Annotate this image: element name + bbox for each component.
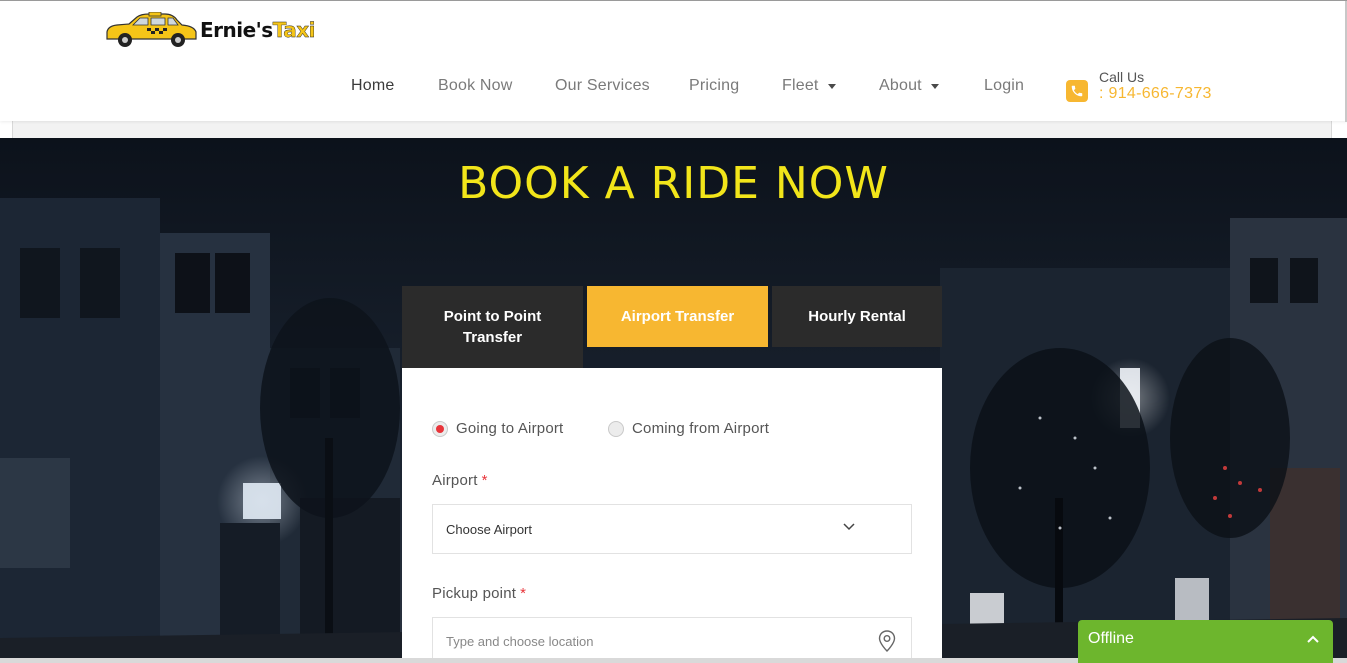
phone-icon (1066, 80, 1088, 102)
header-subbar (12, 121, 1332, 138)
caret-down-icon (930, 83, 939, 89)
logo-text: Ernie'sTaxi (200, 18, 316, 42)
pickup-label: Pickup point * (432, 585, 526, 602)
tab-point-to-point[interactable]: Point to Point Transfer (402, 286, 583, 368)
map-pin-icon[interactable] (878, 630, 896, 652)
nav-item-label: About (879, 77, 922, 94)
pickup-input-placeholder: Type and choose location (446, 634, 594, 649)
chevron-down-icon (843, 523, 855, 531)
chat-status: Offline (1088, 630, 1134, 647)
airport-select[interactable]: Choose Airport (432, 504, 912, 554)
radio-coming-from-airport[interactable]: Coming from Airport (608, 420, 769, 437)
hero-section: BOOK A RIDE NOW Point to Point Transfer … (0, 138, 1347, 663)
required-mark: * (481, 472, 488, 489)
tab-label: Point to Point Transfer (443, 308, 542, 346)
nav-item-login[interactable]: Login (984, 77, 1024, 95)
nav-item-label: Our Services (555, 77, 650, 94)
tab-label: Hourly Rental (808, 308, 906, 325)
tab-airport-transfer[interactable]: Airport Transfer (587, 286, 768, 347)
logo[interactable]: Ernie'sTaxi (103, 11, 333, 49)
pickup-input[interactable]: Type and choose location (432, 617, 912, 663)
nav-item-label: Fleet (782, 77, 819, 94)
nav-item-home[interactable]: Home (351, 77, 394, 95)
phone-number[interactable]: : 914-666-7373 (1099, 85, 1212, 103)
logo-name-part1: Ernie's (200, 18, 273, 42)
radio-going-to-airport[interactable]: Going to Airport (432, 420, 563, 437)
chevron-up-icon[interactable] (1307, 635, 1319, 643)
required-mark: * (520, 585, 527, 602)
tab-label: Airport Transfer (620, 308, 735, 325)
nav-item-label: Book Now (438, 77, 513, 94)
airport-select-value: Choose Airport (446, 522, 532, 537)
taxi-logo-icon (106, 12, 197, 47)
radio-button[interactable] (432, 420, 448, 437)
airport-label: Airport * (432, 472, 488, 489)
nav-item-pricing[interactable]: Pricing (689, 77, 739, 95)
tab-hourly-rental[interactable]: Hourly Rental (772, 286, 942, 347)
nav-item-book-now[interactable]: Book Now (438, 77, 513, 95)
caret-down-icon (827, 83, 836, 89)
nav-item-label: Pricing (689, 77, 740, 94)
call-label: Call Us (1099, 69, 1145, 85)
nav-item-about[interactable]: About (879, 77, 939, 95)
pickup-label-text: Pickup point (432, 585, 517, 602)
chat-widget-offline[interactable]: Offline (1078, 620, 1333, 663)
radio-button[interactable] (608, 420, 624, 437)
radio-label: Going to Airport (456, 420, 564, 437)
nav-item-our-services[interactable]: Our Services (555, 77, 650, 95)
nav-item-fleet[interactable]: Fleet (782, 77, 836, 95)
site-header: Ernie'sTaxi Home Book Now Our Services P… (0, 0, 1347, 122)
nav-item-label: Login (984, 77, 1025, 94)
page-title: BOOK A RIDE NOW (458, 158, 889, 209)
nav-item-label: Home (351, 77, 395, 94)
booking-form: Going to Airport Coming from Airport Air… (402, 368, 942, 663)
logo-name-part2: Taxi (272, 18, 316, 42)
airport-label-text: Airport (432, 472, 478, 489)
radio-label: Coming from Airport (632, 420, 770, 437)
